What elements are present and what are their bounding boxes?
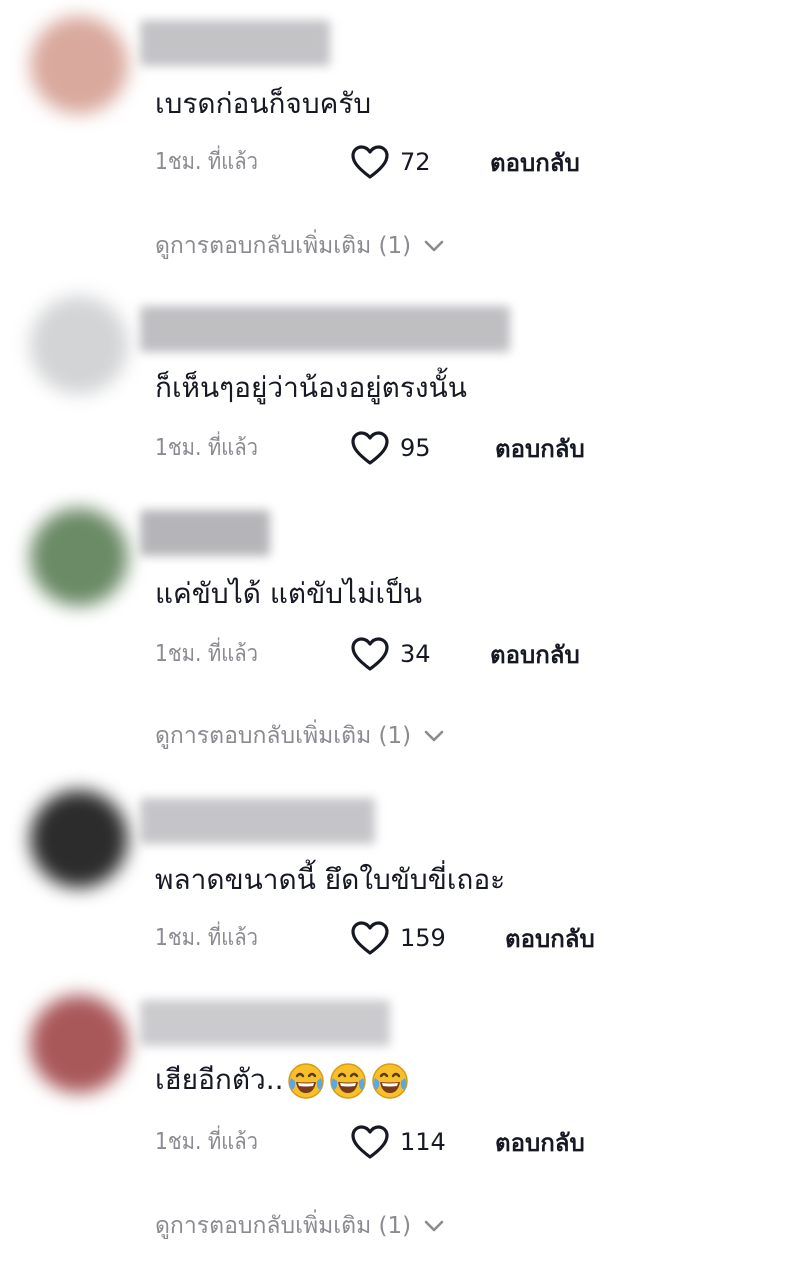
- heart-icon: [351, 431, 389, 465]
- comment-text: แค่ขับได้ แต่ขับไม่เป็น: [155, 577, 423, 610]
- reply-button[interactable]: ตอบกลับ: [505, 919, 595, 958]
- heart-icon: [351, 921, 389, 955]
- like-count: 95: [400, 434, 431, 462]
- like-button[interactable]: 34: [350, 636, 431, 672]
- chevron-down-icon: [424, 730, 444, 742]
- view-more-replies-button[interactable]: ดูการตอบกลับเพิ่มเติม (1): [155, 1208, 445, 1244]
- chevron-down-icon: [424, 240, 444, 252]
- like-button[interactable]: 114: [350, 1124, 446, 1160]
- view-more-replies-label: ดูการตอบกลับเพิ่มเติม (1): [155, 1213, 412, 1239]
- username-blurred[interactable]: [140, 306, 510, 352]
- username-blurred[interactable]: [140, 798, 375, 844]
- view-more-replies-button[interactable]: ดูการตอบกลับเพิ่มเติม (1): [155, 718, 445, 754]
- comment-meta: 1ชม. ที่แล้ว 72 ตอบกลับ: [155, 142, 755, 182]
- comment-item: เบรดก่อนก็จบครับ 1ชม. ที่แล้ว 72 ตอบกลับ…: [0, 0, 800, 285]
- comment-meta: 1ชม. ที่แล้ว 159 ตอบกลับ: [155, 918, 775, 958]
- comment-text: เบรดก่อนก็จบครับ: [155, 87, 372, 120]
- view-more-replies-label: ดูการตอบกลับเพิ่มเติม (1): [155, 723, 412, 749]
- comment-meta: 1ชม. ที่แล้ว 34 ตอบกลับ: [155, 634, 755, 674]
- view-more-replies-button[interactable]: ดูการตอบกลับเพิ่มเติม (1): [155, 228, 445, 264]
- face-with-tears-of-joy-icon: [329, 1063, 366, 1099]
- heart-icon: [351, 637, 389, 671]
- like-count: 159: [400, 924, 446, 952]
- reply-button[interactable]: ตอบกลับ: [495, 1123, 585, 1162]
- avatar[interactable]: [30, 16, 128, 114]
- avatar[interactable]: [30, 508, 128, 606]
- comment-timestamp: 1ชม. ที่แล้ว: [155, 149, 258, 175]
- reply-button[interactable]: ตอบกลับ: [490, 635, 580, 674]
- avatar[interactable]: [30, 995, 128, 1093]
- like-count: 34: [400, 640, 431, 668]
- avatar[interactable]: [30, 296, 128, 394]
- face-with-tears-of-joy-icon: [371, 1063, 408, 1099]
- comment-timestamp: 1ชม. ที่แล้ว: [155, 1129, 258, 1155]
- username-blurred[interactable]: [140, 1000, 390, 1046]
- like-button[interactable]: 72: [350, 144, 431, 180]
- comment-timestamp: 1ชม. ที่แล้ว: [155, 925, 258, 951]
- comment-text: ก็เห็นๆอยู่ว่าน้องอยู่ตรงนั้น: [155, 371, 467, 404]
- reply-button[interactable]: ตอบกลับ: [490, 143, 580, 182]
- comment-text: พลาดขนาดนี้ ยึดใบขับขี่เถอะ: [155, 863, 506, 896]
- comment-timestamp: 1ชม. ที่แล้ว: [155, 435, 258, 461]
- comment-text: เฮียอีกตัว..: [155, 1058, 410, 1102]
- comment-timestamp: 1ชม. ที่แล้ว: [155, 641, 258, 667]
- username-blurred[interactable]: [140, 510, 270, 556]
- like-count: 72: [400, 148, 431, 176]
- heart-icon: [351, 1125, 389, 1159]
- chevron-down-icon: [424, 1220, 444, 1232]
- avatar[interactable]: [30, 790, 128, 888]
- view-more-replies-label: ดูการตอบกลับเพิ่มเติม (1): [155, 233, 412, 259]
- like-button[interactable]: 159: [350, 920, 446, 956]
- like-count: 114: [400, 1128, 446, 1156]
- face-with-tears-of-joy-icon: [287, 1063, 324, 1099]
- reply-button[interactable]: ตอบกลับ: [495, 429, 585, 468]
- heart-icon: [351, 145, 389, 179]
- username-blurred[interactable]: [140, 20, 330, 66]
- comment-text-content: เฮียอีกตัว..: [155, 1063, 284, 1096]
- comment-meta: 1ชม. ที่แล้ว 114 ตอบกลับ: [155, 1122, 755, 1162]
- comment-item: เฮียอีกตัว.. 1ชม. ที่แล้ว 114 ตอบกลับ ดู…: [0, 0, 800, 1239]
- like-button[interactable]: 95: [350, 430, 431, 466]
- comment-meta: 1ชม. ที่แล้ว 95 ตอบกลับ: [155, 428, 755, 468]
